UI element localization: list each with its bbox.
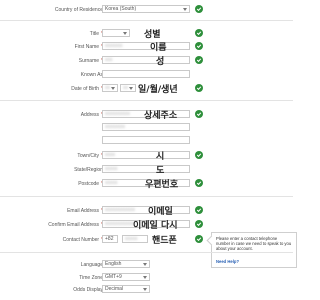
email-valid-check-icon xyxy=(195,206,203,214)
section-divider-3 xyxy=(0,196,293,197)
need-help-link[interactable]: Need Help? xyxy=(216,259,239,264)
address-line3-input[interactable] xyxy=(102,136,190,144)
odds-select[interactable]: Decimal xyxy=(102,285,150,293)
surname-valid-check-icon xyxy=(195,56,203,64)
first-name-input[interactable]: xxxxxxx xyxy=(102,42,190,50)
surname-annotation: 성 xyxy=(156,57,165,67)
contact-help-tooltip: Please enter a contact telephone number … xyxy=(206,232,297,268)
address-annotation: 상세주소 xyxy=(144,111,178,121)
known-as-label: Known As xyxy=(80,72,103,78)
first-name-label: First Name* xyxy=(74,44,103,50)
address-label: Address* xyxy=(80,112,103,118)
first-name-valid-check-icon xyxy=(195,42,203,50)
title-select[interactable] xyxy=(102,29,130,37)
state-annotation: 도 xyxy=(156,166,165,176)
dob-annotation: 일/월/생년 xyxy=(138,85,178,95)
contact-label: Contact Number* xyxy=(62,237,103,243)
tooltip-arrow xyxy=(206,235,217,246)
timezone-select[interactable]: GMT+9 xyxy=(102,273,150,281)
address-line2-input[interactable]: xxxxxxxx xyxy=(102,123,190,131)
email-input[interactable]: xxxxxxxxxxxx xyxy=(102,206,190,214)
contact-number-input[interactable]: xxxxx xyxy=(122,235,148,243)
address-valid-check-icon xyxy=(195,110,203,118)
tooltip-text: Please enter a contact telephone number … xyxy=(216,236,292,251)
residence-select[interactable]: Korea (South) xyxy=(102,5,190,13)
section-divider-4 xyxy=(0,252,293,253)
surname-label: Surname* xyxy=(78,58,103,64)
section-divider-2 xyxy=(0,100,293,101)
state-input[interactable]: xxxxx xyxy=(102,165,190,173)
contact-annotation: 핸드폰 xyxy=(152,236,177,246)
postcode-valid-check-icon xyxy=(195,179,203,187)
known-as-input[interactable] xyxy=(102,70,190,78)
title-annotation: 성별 xyxy=(144,30,161,40)
town-valid-check-icon xyxy=(195,151,203,159)
odds-label: Odds Display xyxy=(73,287,103,293)
state-label: State/Region xyxy=(74,167,103,173)
section-divider-1 xyxy=(0,20,293,21)
language-label: Language xyxy=(80,262,103,268)
confirm-email-valid-check-icon xyxy=(195,220,203,228)
dob-valid-check-icon xyxy=(195,84,203,92)
email-label: Email Address* xyxy=(67,208,103,214)
first-name-annotation: 이름 xyxy=(150,43,167,53)
timezone-label: Time Zone xyxy=(79,275,103,281)
postcode-annotation: 우편번호 xyxy=(145,180,179,190)
postcode-label: Postcode* xyxy=(78,181,103,187)
confirm-email-annotation: 이메일 다시 xyxy=(133,221,178,231)
email-annotation: 이메일 xyxy=(148,207,173,217)
town-annotation: 시 xyxy=(156,152,165,162)
dob-month-select[interactable]: xx xyxy=(120,84,136,92)
dob-day-select[interactable]: xx xyxy=(102,84,118,92)
town-label: Town/City* xyxy=(77,153,103,159)
town-input[interactable]: xxxx xyxy=(102,151,190,159)
language-select[interactable]: English xyxy=(102,260,150,268)
residence-label: Country of Residence xyxy=(54,7,103,13)
contact-valid-check-icon xyxy=(195,235,203,243)
title-valid-check-icon xyxy=(195,29,203,37)
confirm-email-label: Confirm Email Address* xyxy=(48,222,103,228)
surname-input[interactable]: xxx xyxy=(102,56,190,64)
dob-label: Date of Birth* xyxy=(71,86,103,92)
residence-valid-check-icon xyxy=(195,5,203,13)
contact-prefix-input[interactable]: +82 xyxy=(102,235,118,243)
